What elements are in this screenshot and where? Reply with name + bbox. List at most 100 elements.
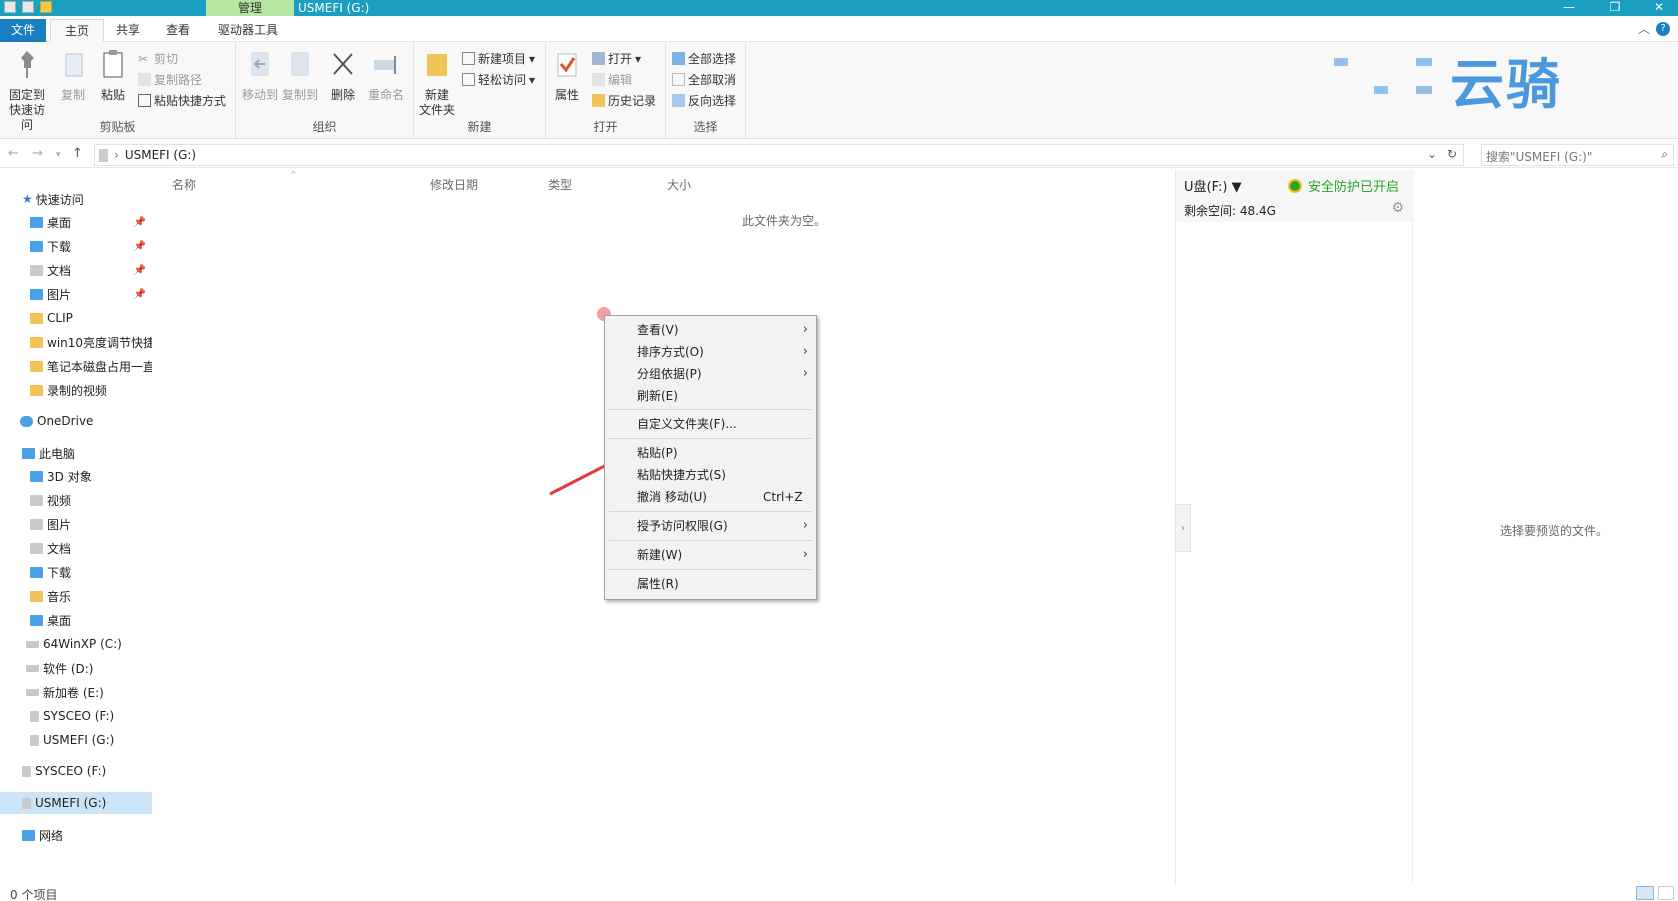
rename-button[interactable]: 重命名 bbox=[364, 48, 408, 103]
copy-icon bbox=[65, 53, 83, 77]
menu-item-undo[interactable]: 撤消 移动(U) Ctrl+Z bbox=[605, 486, 816, 508]
recent-locations-icon[interactable]: ▾ bbox=[56, 150, 61, 160]
watermark-dash bbox=[1416, 58, 1432, 66]
nav-drive-c[interactable]: 64WinXP (C:) bbox=[0, 633, 152, 655]
usb-protection-status[interactable]: 安全防护已开启 bbox=[1288, 176, 1399, 195]
back-arrow-icon[interactable]: ← bbox=[8, 146, 19, 161]
menu-label: 粘贴快捷方式(S) bbox=[637, 468, 726, 482]
up-arrow-icon[interactable]: ↑ bbox=[72, 146, 83, 161]
menu-item-paste-shortcut[interactable]: 粘贴快捷方式(S) bbox=[605, 464, 816, 486]
address-dropdown-icon[interactable]: ⌄ bbox=[1427, 147, 1437, 161]
menu-item-customize[interactable]: 自定义文件夹(F)... bbox=[605, 413, 816, 435]
menu-item-paste[interactable]: 粘贴(P) bbox=[605, 442, 816, 464]
nav-pc-documents[interactable]: 文档 bbox=[0, 537, 152, 559]
usb-drive-selector[interactable]: U盘(F:) ▼ bbox=[1184, 176, 1242, 195]
nav-usmefi-selected[interactable]: USMEFI (G:) bbox=[0, 792, 152, 814]
nav-pc-downloads[interactable]: 下载 bbox=[0, 561, 152, 583]
nav-label: 录制的视频 bbox=[47, 383, 108, 398]
search-input[interactable]: 搜索"USMEFI (G:)" ⌕ bbox=[1481, 144, 1674, 166]
tab-view[interactable]: 查看 bbox=[152, 19, 204, 42]
nav-onedrive[interactable]: OneDrive bbox=[0, 410, 152, 432]
rename-icon bbox=[374, 56, 396, 74]
copy-to-button[interactable]: 复制到 bbox=[280, 48, 320, 103]
expand-panel-chevron-icon[interactable]: › bbox=[1175, 504, 1191, 552]
menu-item-grant-access[interactable]: 授予访问权限(G) › bbox=[605, 515, 816, 537]
column-header-name[interactable]: 名称 bbox=[172, 176, 196, 193]
nav-label: win10亮度调节快捷 bbox=[47, 335, 152, 350]
nav-sysceo[interactable]: SYSCEO (F:) bbox=[0, 760, 152, 782]
new-item-button[interactable]: 新建项目 ▾ bbox=[462, 50, 535, 67]
move-to-button[interactable]: 移动到 bbox=[240, 48, 280, 103]
manage-context-tab[interactable]: 管理 bbox=[206, 0, 294, 16]
nav-music[interactable]: 音乐 bbox=[0, 585, 152, 607]
column-header-size[interactable]: 大小 bbox=[667, 176, 691, 193]
menu-item-group[interactable]: 分组依据(P) › bbox=[605, 363, 816, 385]
nav-win10-brightness[interactable]: win10亮度调节快捷 bbox=[0, 331, 152, 353]
copy-path-button[interactable]: 复制路径 bbox=[138, 71, 202, 88]
nav-pictures[interactable]: 图片 📌 bbox=[0, 283, 152, 305]
invert-selection-button[interactable]: 反向选择 bbox=[672, 92, 736, 109]
column-header-modified[interactable]: 修改日期 bbox=[430, 176, 478, 193]
menu-item-refresh[interactable]: 刷新(E) bbox=[605, 385, 816, 407]
details-view-icon[interactable] bbox=[1636, 886, 1654, 900]
menu-item-view[interactable]: 查看(V) › bbox=[605, 319, 816, 341]
checkbox-icon[interactable] bbox=[22, 1, 34, 13]
large-icons-view-icon[interactable] bbox=[1658, 886, 1674, 900]
nav-label: 桌面 bbox=[47, 613, 72, 628]
folder-icon[interactable] bbox=[40, 1, 52, 13]
address-field[interactable]: › USMEFI (G:) ⌄ ↻ bbox=[94, 144, 1464, 166]
nav-laptop-disk[interactable]: 笔记本磁盘占用一直 bbox=[0, 355, 152, 377]
tab-home[interactable]: 主页 bbox=[50, 19, 105, 42]
menu-item-properties[interactable]: 属性(R) bbox=[605, 573, 816, 595]
nav-drive-e[interactable]: 新加卷 (E:) bbox=[0, 681, 152, 703]
help-icon[interactable]: ? bbox=[1656, 22, 1670, 36]
open-button[interactable]: 打开 ▾ bbox=[592, 50, 641, 67]
refresh-icon[interactable]: ↻ bbox=[1447, 147, 1457, 161]
delete-button[interactable]: 删除 bbox=[326, 48, 360, 103]
tab-file[interactable]: 文件 bbox=[0, 19, 46, 42]
paste-shortcut-button[interactable]: 粘贴快捷方式 bbox=[138, 92, 226, 109]
nav-label: 图片 bbox=[47, 517, 72, 532]
easy-access-button[interactable]: 轻松访问 ▾ bbox=[462, 71, 535, 88]
close-button[interactable]: ✕ bbox=[1636, 0, 1678, 16]
nav-desktop[interactable]: 桌面 📌 bbox=[0, 211, 152, 233]
tab-drive-tools[interactable]: 驱动器工具 bbox=[204, 19, 292, 42]
properties-button[interactable]: 属性 bbox=[550, 48, 584, 103]
downloads-folder-icon bbox=[30, 240, 43, 252]
cut-button[interactable]: ✂ 剪切 bbox=[138, 50, 178, 67]
select-none-button[interactable]: 全部取消 bbox=[672, 71, 736, 88]
folder-icon bbox=[30, 312, 43, 324]
chevron-up-icon[interactable]: ︿ bbox=[1638, 20, 1650, 37]
copy-button[interactable]: 复制 bbox=[56, 48, 90, 103]
menu-item-sort[interactable]: 排序方式(O) › bbox=[605, 341, 816, 363]
nav-drive-f[interactable]: SYSCEO (F:) bbox=[0, 705, 152, 727]
drive-icon[interactable] bbox=[4, 1, 16, 13]
nav-quick-access[interactable]: ★ 快速访问 bbox=[0, 188, 152, 210]
column-header-type[interactable]: 类型 bbox=[548, 176, 572, 193]
breadcrumb-current[interactable]: USMEFI (G:) bbox=[125, 148, 196, 162]
nav-videos[interactable]: 视频 bbox=[0, 489, 152, 511]
minimize-button[interactable]: — bbox=[1546, 0, 1592, 16]
nav-this-pc[interactable]: 此电脑 bbox=[0, 442, 152, 464]
nav-drive-g[interactable]: USMEFI (G:) bbox=[0, 729, 152, 751]
nav-3d-objects[interactable]: 3D 对象 bbox=[0, 465, 152, 487]
nav-pc-desktop[interactable]: 桌面 bbox=[0, 609, 152, 631]
nav-documents[interactable]: 文档 📌 bbox=[0, 259, 152, 281]
nav-downloads[interactable]: 下载 📌 bbox=[0, 235, 152, 257]
gear-icon[interactable]: ⚙ bbox=[1391, 200, 1404, 216]
dropdown-arrow-icon: ▾ bbox=[635, 51, 642, 66]
nav-drive-d[interactable]: 软件 (D:) bbox=[0, 657, 152, 679]
nav-network[interactable]: 网络 bbox=[0, 824, 152, 846]
history-button[interactable]: 历史记录 bbox=[592, 92, 656, 109]
nav-recorded-videos[interactable]: 录制的视频 bbox=[0, 379, 152, 401]
restore-button[interactable]: ❐ bbox=[1592, 0, 1638, 16]
select-all-button[interactable]: 全部选择 bbox=[672, 50, 736, 67]
nav-pc-pictures[interactable]: 图片 bbox=[0, 513, 152, 535]
nav-clip[interactable]: CLIP bbox=[0, 307, 152, 329]
new-folder-button[interactable]: 新建 文件夹 bbox=[418, 48, 456, 118]
forward-arrow-icon[interactable]: → bbox=[32, 146, 43, 161]
edit-button[interactable]: 编辑 bbox=[592, 71, 632, 88]
menu-item-new[interactable]: 新建(W) › bbox=[605, 544, 816, 566]
tab-share[interactable]: 共享 bbox=[102, 19, 154, 42]
paste-button[interactable]: 粘贴 bbox=[96, 48, 130, 103]
